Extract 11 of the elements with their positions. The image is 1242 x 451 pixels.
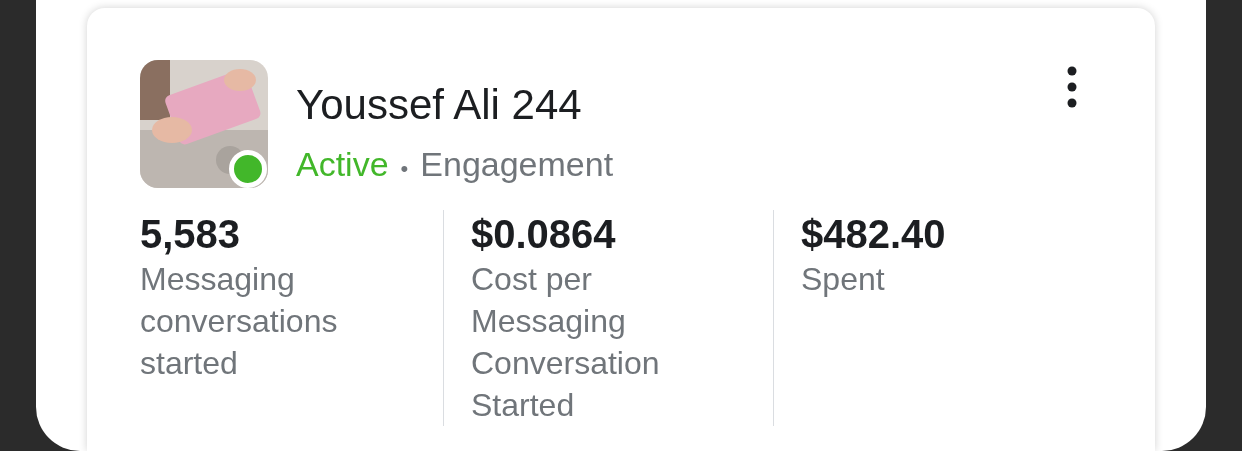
objective-label: Engagement bbox=[420, 144, 614, 184]
more-options-icon[interactable] bbox=[1067, 66, 1077, 108]
status-label: Active bbox=[296, 144, 389, 184]
separator: • bbox=[400, 155, 409, 183]
metric-label: Cost per Messaging Conversation Started bbox=[471, 260, 661, 425]
metric-label: Messaging conversations started bbox=[140, 260, 339, 383]
metric-label: Spent bbox=[801, 260, 886, 299]
metric-value: $482.40 bbox=[801, 211, 947, 258]
metric-value: $0.0864 bbox=[471, 211, 617, 258]
campaign-name: Youssef Ali 244 bbox=[296, 80, 583, 130]
metric-value: 5,583 bbox=[140, 211, 242, 258]
